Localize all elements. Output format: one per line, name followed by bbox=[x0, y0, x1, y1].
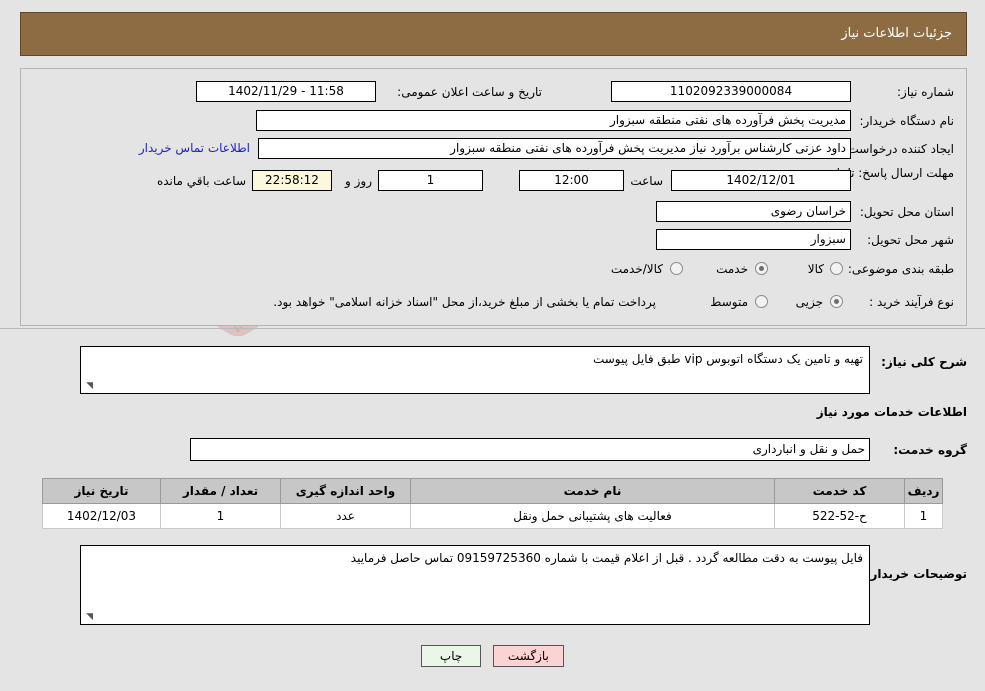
countdown-value: 22:58:12 bbox=[252, 170, 332, 191]
section-divider bbox=[0, 328, 985, 329]
radio-category-khedmat[interactable] bbox=[755, 262, 768, 275]
requester-value[interactable]: داود عزتی کارشناس برآورد نیاز مدیریت پخش… bbox=[258, 138, 851, 159]
table-header-row: ردیف کد خدمت نام خدمت واحد اندازه گیری ت… bbox=[42, 478, 943, 504]
deadline-label: مهلت ارسال پاسخ: تا تاریخ: bbox=[815, 166, 954, 180]
process-label: نوع فرآیند خرید : bbox=[869, 295, 954, 309]
requester-label: ایجاد کننده درخواست: bbox=[843, 142, 954, 156]
print-button[interactable]: چاپ bbox=[421, 645, 482, 667]
th-service-code: کد خدمت bbox=[774, 478, 905, 504]
buyer-notes-textarea[interactable]: فایل پیوست به دقت مطالعه گردد . قبل از ا… bbox=[80, 545, 870, 625]
province-label: استان محل تحویل: bbox=[859, 205, 954, 219]
radio-process-jozi-label: جزیی bbox=[795, 295, 823, 309]
cell-quantity: 1 bbox=[160, 503, 281, 529]
cell-unit: عدد bbox=[280, 503, 411, 529]
summary-textarea[interactable]: تهیه و تامین یک دستگاه اتوبوس vip طبق فا… bbox=[80, 346, 870, 394]
category-label: طبقه بندی موضوعی: bbox=[847, 262, 954, 276]
buyer-org-label: نام دستگاه خریدار: bbox=[859, 114, 955, 128]
th-service-name: نام خدمت bbox=[410, 478, 775, 504]
buyer-org-value[interactable]: مدیریت پخش فرآورده های نفتی منطقه سبزوار bbox=[256, 110, 851, 131]
page-title: جزئیات اطلاعات نیاز bbox=[841, 26, 952, 41]
header-bar: جزئیات اطلاعات نیاز bbox=[20, 12, 967, 56]
city-label: شهر محل تحویل: bbox=[867, 233, 954, 247]
services-section-title: اطلاعات خدمات مورد نیاز bbox=[816, 405, 967, 419]
treasury-note: پرداخت تمام یا بخشی از مبلغ خرید،از محل … bbox=[273, 295, 656, 309]
back-button[interactable]: بازگشت bbox=[492, 645, 564, 667]
cell-row-no: 1 bbox=[904, 503, 943, 529]
city-value[interactable]: سبزوار bbox=[656, 229, 851, 250]
radio-category-kala-label: کالا bbox=[807, 262, 824, 276]
radio-process-motavaset[interactable] bbox=[755, 295, 768, 308]
radio-process-motavaset-label: متوسط bbox=[710, 295, 748, 309]
radio-category-kala-khedmat-label: کالا/خدمت bbox=[610, 262, 663, 276]
radio-category-khedmat-label: خدمت bbox=[716, 262, 748, 276]
resize-grip-icon-notes[interactable]: ◥ bbox=[83, 613, 93, 623]
summary-value: تهیه و تامین یک دستگاه اتوبوس vip طبق فا… bbox=[592, 352, 863, 366]
buyer-notes-label: توضیحات خریدار: bbox=[865, 567, 967, 581]
page-root: AriaTender.net جزئیات اطلاعات نیاز شماره… bbox=[0, 0, 985, 691]
province-value[interactable]: خراسان رضوی bbox=[656, 201, 851, 222]
need-number-label: شماره نیاز: bbox=[897, 85, 954, 99]
need-info-panel: شماره نیاز: 1102092339000084 تاریخ و ساع… bbox=[20, 68, 967, 326]
summary-label: شرح کلی نیاز: bbox=[881, 355, 967, 369]
table-row: 1 ح-52-522 فعالیت های پشتیبانی حمل ونقل … bbox=[42, 503, 943, 529]
services-table: ردیف کد خدمت نام خدمت واحد اندازه گیری ت… bbox=[42, 478, 943, 529]
hour-label: ساعت bbox=[630, 174, 663, 188]
days-label: روز و bbox=[345, 174, 372, 188]
radio-process-jozi[interactable] bbox=[830, 295, 843, 308]
footer-actions: بازگشت چاپ bbox=[0, 645, 985, 667]
buyer-contact-link[interactable]: اطلاعات تماس خریدار bbox=[139, 141, 250, 155]
buyer-notes-value: فایل پیوست به دقت مطالعه گردد . قبل از ا… bbox=[350, 551, 863, 565]
deadline-date-value[interactable]: 1402/12/01 bbox=[671, 170, 851, 191]
announce-datetime-label: تاریخ و ساعت اعلان عمومی: bbox=[397, 85, 542, 99]
cell-need-date: 1402/12/03 bbox=[42, 503, 161, 529]
deadline-time-value[interactable]: 12:00 bbox=[519, 170, 624, 191]
th-unit: واحد اندازه گیری bbox=[280, 478, 411, 504]
th-row-no: ردیف bbox=[904, 478, 943, 504]
cell-service-code: ح-52-522 bbox=[774, 503, 905, 529]
radio-category-kala[interactable] bbox=[830, 262, 843, 275]
th-need-date: تاریخ نیاز bbox=[42, 478, 161, 504]
countdown-label: ساعت باقي مانده bbox=[156, 174, 246, 188]
need-number-value[interactable]: 1102092339000084 bbox=[611, 81, 851, 102]
announce-datetime-value[interactable]: 11:58 - 1402/11/29 bbox=[196, 81, 376, 102]
deadline-days-value[interactable]: 1 bbox=[378, 170, 483, 191]
service-group-value[interactable]: حمل و نقل و انبارداری bbox=[190, 438, 870, 461]
service-group-label: گروه خدمت: bbox=[893, 443, 967, 457]
resize-grip-icon[interactable]: ◥ bbox=[83, 382, 93, 392]
radio-category-kala-khedmat[interactable] bbox=[670, 262, 683, 275]
th-quantity: تعداد / مقدار bbox=[160, 478, 281, 504]
cell-service-name: فعالیت های پشتیبانی حمل ونقل bbox=[410, 503, 775, 529]
